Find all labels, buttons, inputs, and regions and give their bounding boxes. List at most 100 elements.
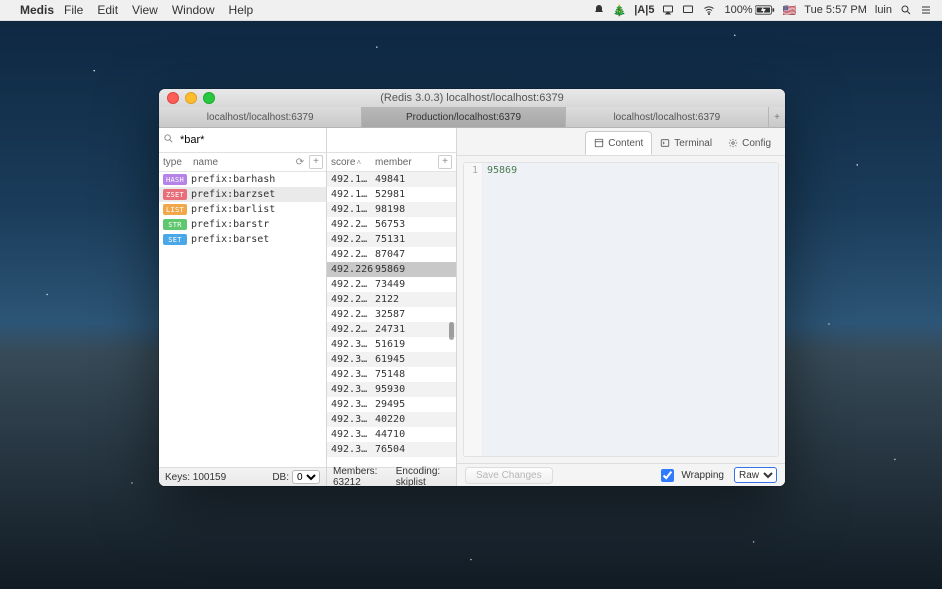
view-tab-terminal[interactable]: Terminal: [652, 131, 720, 155]
menubar-item-help[interactable]: Help: [229, 3, 254, 17]
member-value: 76504: [375, 444, 456, 455]
add-member-icon[interactable]: +: [438, 155, 452, 169]
wifi-icon[interactable]: [702, 4, 716, 16]
menubar-app-name[interactable]: Medis: [20, 3, 54, 17]
keys-header-name[interactable]: name: [193, 157, 291, 168]
member-row[interactable]: 492.3…29495: [327, 397, 456, 412]
menu-extras-icon[interactable]: [920, 4, 932, 16]
db-select[interactable]: 0: [292, 470, 320, 484]
member-value: 75131: [375, 234, 456, 245]
wrapping-checkbox[interactable]: [661, 469, 674, 482]
tree-icon[interactable]: 🎄: [613, 4, 627, 17]
member-row[interactable]: 492.1…52981: [327, 187, 456, 202]
member-score: 492.1…: [327, 189, 375, 200]
member-score: 492.3…: [327, 369, 375, 380]
member-row[interactable]: 492.1…98198: [327, 202, 456, 217]
line-number: 1: [464, 165, 482, 179]
wrapping-label: Wrapping: [681, 470, 724, 481]
spotlight-icon[interactable]: [900, 4, 912, 16]
type-badge: SET: [163, 234, 187, 245]
adobe-count: 5: [648, 4, 654, 16]
keys-header-type[interactable]: type: [159, 157, 193, 168]
display-icon[interactable]: [682, 4, 694, 16]
key-row[interactable]: ZSETprefix:barzset: [159, 187, 326, 202]
member-row[interactable]: 492.2…32587: [327, 307, 456, 322]
member-value: 24731: [375, 324, 456, 335]
member-row[interactable]: 492.22695869: [327, 262, 456, 277]
key-search-row: ⌄: [159, 128, 326, 153]
member-score: 492.2…: [327, 309, 375, 320]
key-search-input[interactable]: [178, 133, 324, 147]
refresh-keys-icon[interactable]: ⟳: [293, 155, 307, 169]
db-label: DB:: [272, 472, 289, 483]
save-changes-button[interactable]: Save Changes: [465, 467, 553, 484]
member-row[interactable]: 492.3…61945: [327, 352, 456, 367]
wrapping-toggle[interactable]: Wrapping: [657, 466, 724, 485]
connection-tab-1[interactable]: Production/localhost:6379: [362, 107, 565, 127]
member-score: 492.226: [327, 264, 375, 275]
member-row[interactable]: 492.3…40220: [327, 412, 456, 427]
member-row[interactable]: 492.3…95930: [327, 382, 456, 397]
scrollbar-thumb[interactable]: [449, 322, 454, 340]
view-tab-config[interactable]: Config: [720, 131, 779, 155]
editor-content[interactable]: 95869: [483, 163, 778, 456]
sort-ascending-icon: ˄: [356, 158, 361, 167]
members-header-member[interactable]: member: [375, 157, 438, 168]
menubar-clock[interactable]: Tue 5:57 PM: [804, 4, 867, 16]
window-titlebar[interactable]: (Redis 3.0.3) localhost/localhost:6379: [159, 89, 785, 107]
adobe-icon[interactable]: |A| 5: [634, 4, 654, 16]
airplay-icon[interactable]: [662, 4, 674, 16]
type-badge: HASH: [163, 174, 187, 185]
member-score: 492.2…: [327, 294, 375, 305]
member-value: 95930: [375, 384, 456, 395]
member-row[interactable]: 492.3…76504: [327, 442, 456, 457]
connection-tabs: localhost/localhost:6379 Production/loca…: [159, 107, 785, 128]
member-row[interactable]: 492.3…44710: [327, 427, 456, 442]
battery-status[interactable]: 100%: [724, 4, 774, 16]
menubar-item-edit[interactable]: Edit: [97, 3, 118, 17]
flag-icon[interactable]: 🇺🇸: [783, 4, 797, 17]
window-minimize-button[interactable]: [185, 92, 197, 104]
member-value: 40220: [375, 414, 456, 425]
member-score: 492.2…: [327, 279, 375, 290]
member-row[interactable]: 492.1…49841: [327, 172, 456, 187]
connection-tab-0[interactable]: localhost/localhost:6379: [159, 107, 362, 127]
keys-table-header: type name ⟳ +: [159, 153, 326, 172]
value-panel: Content Terminal Config 1 95869 Save Cha…: [457, 128, 785, 486]
menubar-user[interactable]: luin: [875, 4, 892, 16]
search-icon: [163, 133, 174, 147]
members-header-score[interactable]: score˄: [327, 157, 375, 168]
members-top-spacer: [327, 128, 456, 153]
member-row[interactable]: 492.2…75131: [327, 232, 456, 247]
key-row[interactable]: LISTprefix:barlist: [159, 202, 326, 217]
member-value: 73449: [375, 279, 456, 290]
editor-footer: Save Changes Wrapping Raw: [457, 463, 785, 486]
add-connection-tab[interactable]: +: [769, 107, 785, 127]
menubar-item-file[interactable]: File: [64, 3, 83, 17]
window-maximize-button[interactable]: [203, 92, 215, 104]
view-tab-content[interactable]: Content: [585, 131, 652, 155]
key-row[interactable]: STRprefix:barstr: [159, 217, 326, 232]
value-editor[interactable]: 1 95869: [463, 162, 779, 457]
window-close-button[interactable]: [167, 92, 179, 104]
member-value: 2122: [375, 294, 456, 305]
notification-icon[interactable]: [593, 4, 605, 16]
member-row[interactable]: 492.2…2122: [327, 292, 456, 307]
member-row[interactable]: 492.3…51619: [327, 337, 456, 352]
key-row[interactable]: SETprefix:barset: [159, 232, 326, 247]
member-score: 492.3…: [327, 384, 375, 395]
member-row[interactable]: 492.2…24731: [327, 322, 456, 337]
member-row[interactable]: 492.3…75148: [327, 367, 456, 382]
add-key-icon[interactable]: +: [309, 155, 323, 169]
menubar-item-view[interactable]: View: [132, 3, 158, 17]
terminal-icon: [660, 138, 670, 148]
view-mode-select[interactable]: Raw: [734, 467, 777, 483]
connection-tab-2[interactable]: localhost/localhost:6379: [566, 107, 769, 127]
member-value: 32587: [375, 309, 456, 320]
menubar-item-window[interactable]: Window: [172, 3, 215, 17]
members-panel: score˄ member + 492.1…49841492.1…5298149…: [327, 128, 457, 486]
member-row[interactable]: 492.2…87047: [327, 247, 456, 262]
member-row[interactable]: 492.2…56753: [327, 217, 456, 232]
key-row[interactable]: HASHprefix:barhash: [159, 172, 326, 187]
member-row[interactable]: 492.2…73449: [327, 277, 456, 292]
